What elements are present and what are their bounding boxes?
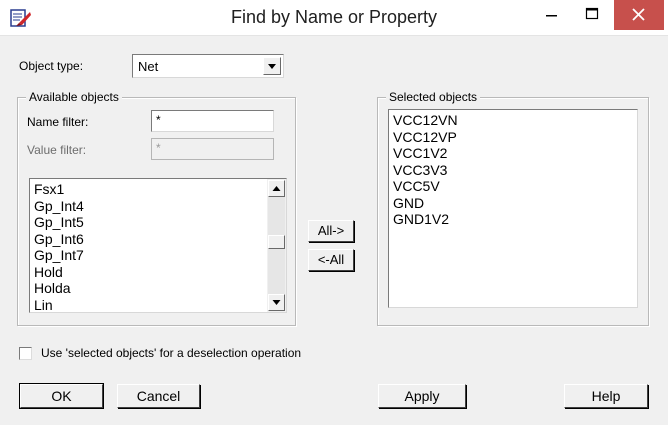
scroll-up-button[interactable] <box>268 180 285 197</box>
list-item[interactable]: Gp_Int7 <box>34 247 84 264</box>
minimize-button[interactable] <box>532 0 572 30</box>
list-item[interactable]: VCC12VP <box>393 129 458 146</box>
available-objects-list[interactable]: Fsx1 Gp_Int4 Gp_Int5 Gp_Int6 Gp_Int7 Hold Hold… <box>29 178 287 313</box>
selected-items: VCC12VN VCC12VP VCC1V2 VCC3V3 VCC5V GND GND1V2 <box>393 112 458 228</box>
list-item[interactable]: Gp_Int6 <box>34 231 84 248</box>
scroll-down-arrow-icon <box>269 299 284 312</box>
list-item[interactable]: Gp_Int5 <box>34 214 84 231</box>
dropdown-button[interactable] <box>263 57 281 75</box>
close-icon <box>614 8 664 33</box>
object-type-label: Object type: <box>19 59 84 73</box>
maximize-icon <box>572 7 612 33</box>
value-filter-label: Value filter: <box>27 143 87 157</box>
chevron-down-icon <box>264 63 280 77</box>
object-type-value: Net <box>138 59 159 74</box>
name-filter-label: Name filter: <box>27 115 89 129</box>
apply-button[interactable]: Apply <box>378 384 466 408</box>
title-bar: Find by Name or Property <box>0 0 668 36</box>
list-item[interactable]: GND <box>393 195 458 212</box>
remove-all-button[interactable]: <-All <box>308 249 354 271</box>
find-property-icon[interactable] <box>10 9 32 29</box>
deselection-label: Use 'selected objects' for a deselection… <box>41 346 302 360</box>
value-filter-input[interactable]: * <box>151 138 274 160</box>
scroll-down-button[interactable] <box>268 294 285 311</box>
maximize-button[interactable] <box>572 0 612 30</box>
list-item[interactable]: Holda <box>34 280 84 297</box>
list-item[interactable]: VCC1V2 <box>393 145 458 162</box>
name-filter-input[interactable]: * <box>151 110 274 132</box>
list-item[interactable]: GND1V2 <box>393 211 458 228</box>
list-item[interactable]: VCC12VN <box>393 112 458 129</box>
available-objects-title: Available objects <box>26 90 122 104</box>
selected-objects-list[interactable]: VCC12VN VCC12VP VCC1V2 VCC3V3 VCC5V GND GND1V2 <box>388 109 638 308</box>
list-item[interactable]: Gp_Int4 <box>34 198 84 215</box>
help-button[interactable]: Help <box>564 384 648 408</box>
list-item[interactable]: VCC5V <box>393 178 458 195</box>
cancel-button[interactable]: Cancel <box>117 384 200 408</box>
close-button[interactable] <box>614 0 664 30</box>
list-item[interactable]: VCC3V3 <box>393 162 458 179</box>
ok-button[interactable]: OK <box>19 383 104 409</box>
scroll-thumb[interactable] <box>268 235 285 249</box>
object-type-select[interactable]: Net <box>132 54 284 78</box>
available-scrollbar[interactable] <box>267 179 286 312</box>
minimize-icon <box>532 15 572 33</box>
available-items: Fsx1 Gp_Int4 Gp_Int5 Gp_Int6 Gp_Int7 Hold Hold… <box>34 181 84 313</box>
list-item[interactable]: Fsx1 <box>34 181 84 198</box>
deselection-checkbox[interactable] <box>19 347 32 360</box>
list-item[interactable]: Hold <box>34 264 84 281</box>
selected-objects-title: Selected objects <box>386 90 481 104</box>
add-all-button[interactable]: All-> <box>308 220 354 242</box>
list-item[interactable]: Lin <box>34 297 84 313</box>
